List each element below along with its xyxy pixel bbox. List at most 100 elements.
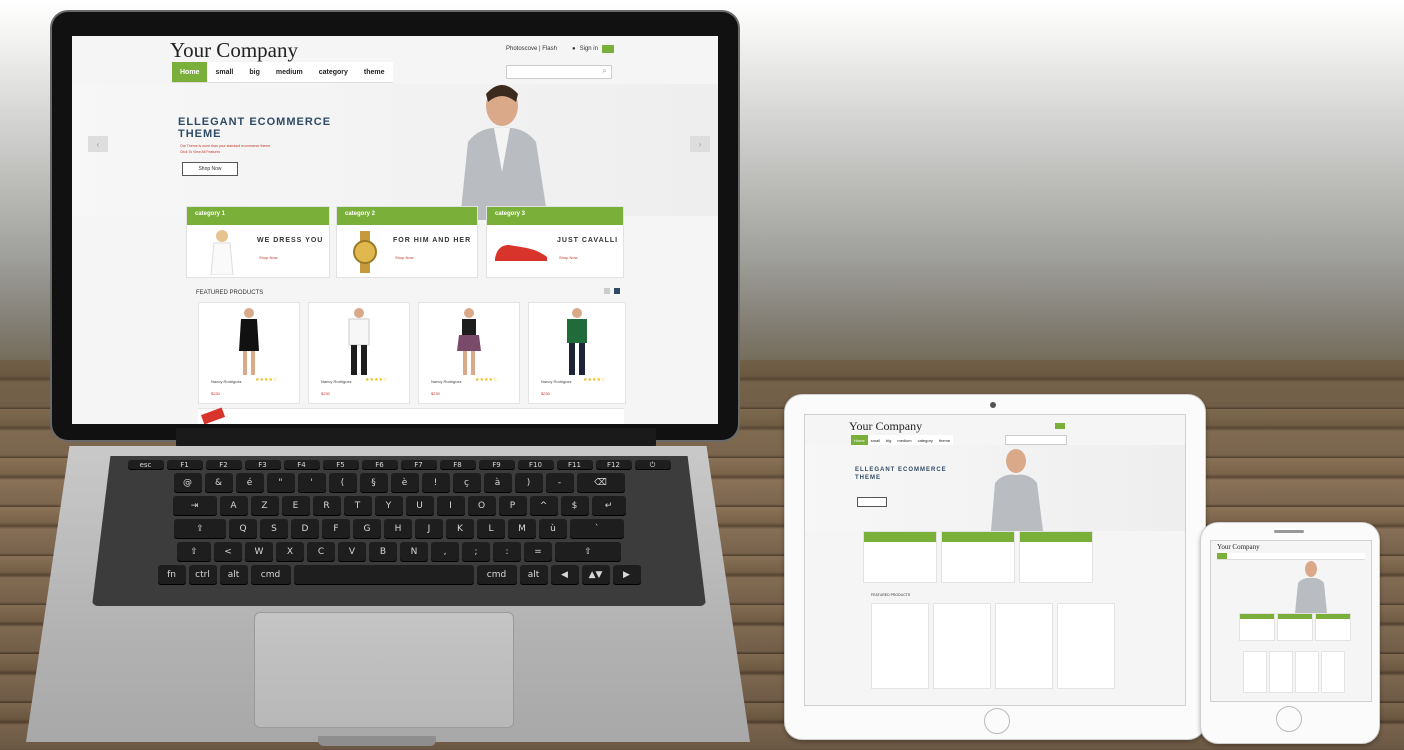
- category-box-1[interactable]: category 1 WE DRESS YOU Shop Now: [186, 206, 330, 278]
- hero-shop-now-button[interactable]: Shop Now: [182, 162, 238, 176]
- key[interactable]: O: [467, 496, 496, 516]
- key[interactable]: (: [328, 473, 357, 493]
- key[interactable]: N: [400, 542, 428, 562]
- key[interactable]: =: [524, 542, 552, 562]
- key[interactable]: §: [359, 473, 388, 493]
- key[interactable]: Y: [374, 496, 403, 516]
- nav-home[interactable]: Home: [172, 62, 208, 82]
- tablet-nav-category[interactable]: category: [915, 435, 936, 445]
- key[interactable]: ^: [529, 496, 558, 516]
- key-f5[interactable]: F5: [322, 460, 359, 470]
- key-f12[interactable]: F12: [595, 460, 632, 470]
- top-links[interactable]: Photoscove | Flash: [506, 46, 557, 52]
- key[interactable]: ': [297, 473, 326, 493]
- key-f8[interactable]: F8: [439, 460, 476, 470]
- key-alt[interactable]: alt: [519, 565, 548, 585]
- tablet-search-input[interactable]: [1005, 435, 1067, 445]
- key[interactable]: :: [493, 542, 521, 562]
- tablet-nav-small[interactable]: small: [868, 435, 883, 445]
- key[interactable]: @: [173, 473, 202, 493]
- phone-nav-home[interactable]: [1217, 553, 1227, 559]
- search-input[interactable]: ⌕: [506, 65, 612, 79]
- phone-category-3[interactable]: [1315, 613, 1351, 641]
- key-ctrl[interactable]: ctrl: [188, 565, 217, 585]
- tablet-category-1[interactable]: [863, 531, 937, 583]
- tablet-category-3[interactable]: [1019, 531, 1093, 583]
- category-1-link[interactable]: Shop Now: [259, 255, 277, 260]
- category-2-link[interactable]: Shop Now: [395, 255, 413, 260]
- nav-category[interactable]: category: [311, 62, 356, 82]
- laptop-touchpad[interactable]: [254, 612, 514, 728]
- key[interactable]: à: [483, 473, 512, 493]
- key[interactable]: R: [312, 496, 341, 516]
- key[interactable]: G: [353, 519, 381, 539]
- key-f7[interactable]: F7: [400, 460, 437, 470]
- key[interactable]: E: [281, 496, 310, 516]
- key[interactable]: I: [436, 496, 465, 516]
- key[interactable]: é: [235, 473, 264, 493]
- tablet-nav-big[interactable]: big: [883, 435, 894, 445]
- key[interactable]: Q: [229, 519, 257, 539]
- key-cmd[interactable]: cmd: [250, 565, 291, 585]
- phone-category-2[interactable]: [1277, 613, 1313, 641]
- power-icon[interactable]: ⏻: [634, 460, 671, 470]
- key-alt[interactable]: alt: [219, 565, 248, 585]
- phone-product-card-4[interactable]: [1321, 651, 1345, 693]
- tablet-site-logo[interactable]: Your Company: [849, 419, 922, 434]
- key-f10[interactable]: F10: [517, 460, 554, 470]
- key[interactable]: `: [570, 519, 624, 539]
- category-box-3[interactable]: category 3 JUST CAVALLI Shop Now: [486, 206, 624, 278]
- key[interactable]: M: [508, 519, 536, 539]
- key[interactable]: S: [260, 519, 288, 539]
- tablet-nav-home[interactable]: Home: [851, 435, 868, 445]
- return-icon[interactable]: ↵: [591, 496, 626, 516]
- key-f9[interactable]: F9: [478, 460, 515, 470]
- sign-in-link[interactable]: ● Sign in: [572, 45, 614, 53]
- key[interactable]: U: [405, 496, 434, 516]
- caps-lock-icon[interactable]: ⇪: [174, 519, 226, 539]
- product-card-1[interactable]: Nancy Rodriguez ★★★★☆ $230: [198, 302, 300, 404]
- key-f11[interactable]: F11: [556, 460, 593, 470]
- tab-icon[interactable]: ⇥: [172, 496, 217, 516]
- hero-features-link[interactable]: Click To View All Features: [180, 150, 220, 154]
- featured-prev-arrow[interactable]: [604, 288, 610, 294]
- key-f2[interactable]: F2: [205, 460, 242, 470]
- key[interactable]: ,: [431, 542, 459, 562]
- key[interactable]: ": [266, 473, 295, 493]
- key[interactable]: T: [343, 496, 372, 516]
- shift-icon[interactable]: ⇧: [555, 542, 621, 562]
- shift-icon[interactable]: ⇧: [177, 542, 211, 562]
- key[interactable]: F: [322, 519, 350, 539]
- site-logo[interactable]: Your Company: [170, 38, 298, 63]
- key-f3[interactable]: F3: [244, 460, 281, 470]
- key[interactable]: $: [560, 496, 589, 516]
- key[interactable]: ç: [452, 473, 481, 493]
- tablet-category-2[interactable]: [941, 531, 1015, 583]
- tablet-home-button[interactable]: [984, 708, 1010, 734]
- category-box-2[interactable]: category 2 FOR HIM AND HER Shop Now: [336, 206, 478, 278]
- slider-next-arrow[interactable]: ›: [690, 136, 710, 152]
- key[interactable]: Z: [250, 496, 279, 516]
- key[interactable]: B: [369, 542, 397, 562]
- phone-product-card-2[interactable]: [1269, 651, 1293, 693]
- product-card-2[interactable]: Nancy Rodriguez ★★★★☆ $230: [308, 302, 410, 404]
- key[interactable]: <: [214, 542, 242, 562]
- phone-product-card-1[interactable]: [1243, 651, 1267, 693]
- tablet-nav-theme[interactable]: theme: [936, 435, 953, 445]
- key[interactable]: -: [545, 473, 574, 493]
- key[interactable]: C: [307, 542, 335, 562]
- arrow-left-icon[interactable]: ◀: [550, 565, 579, 585]
- key-fn[interactable]: fn: [157, 565, 186, 585]
- phone-home-button[interactable]: [1276, 706, 1302, 732]
- arrow-right-icon[interactable]: ▶: [612, 565, 641, 585]
- phone-site-logo[interactable]: Your Company: [1217, 543, 1260, 551]
- key[interactable]: ù: [539, 519, 567, 539]
- key[interactable]: L: [477, 519, 505, 539]
- key[interactable]: !: [421, 473, 450, 493]
- key[interactable]: H: [384, 519, 412, 539]
- key-f6[interactable]: F6: [361, 460, 398, 470]
- product-card-4[interactable]: Nancy Rodriguez ★★★★☆ $230: [528, 302, 626, 404]
- key-esc[interactable]: esc: [127, 460, 164, 470]
- nav-medium[interactable]: medium: [268, 62, 311, 82]
- category-3-link[interactable]: Shop Now: [559, 255, 577, 260]
